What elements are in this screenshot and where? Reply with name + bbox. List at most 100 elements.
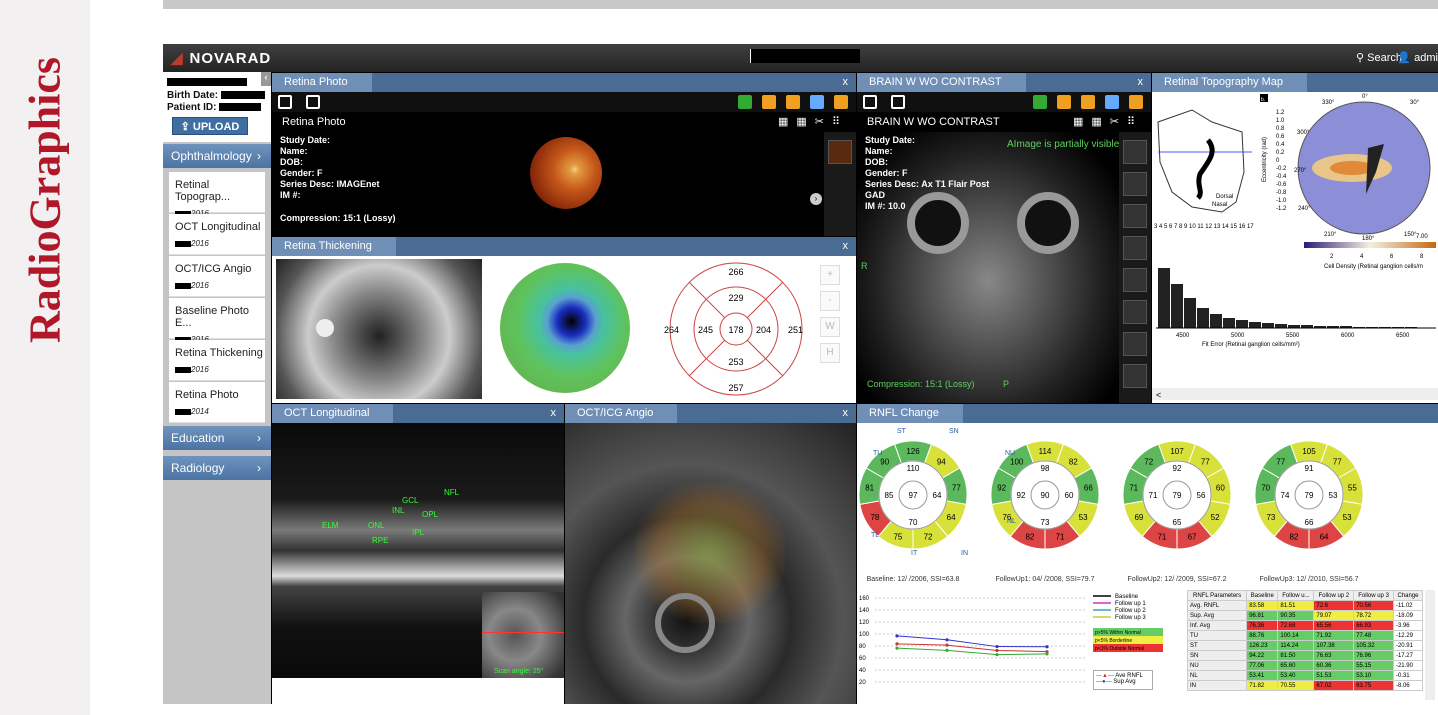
- redacted-birth: [220, 91, 265, 100]
- hist-bar: [1236, 320, 1248, 328]
- thumbnail[interactable]: [1123, 172, 1147, 196]
- settings-icon[interactable]: [786, 95, 800, 109]
- column-header[interactable]: Change: [1392, 590, 1424, 601]
- thumbnail[interactable]: [1123, 332, 1147, 356]
- table-row[interactable]: NU 77.06 65.60 60.36 55.15 -21.90: [1186, 660, 1424, 671]
- close-button[interactable]: x: [843, 404, 849, 423]
- tab-retina-photo[interactable]: Retina Photo: [272, 73, 372, 92]
- layout-icon[interactable]: [863, 95, 877, 109]
- table-row[interactable]: SN 94.22 81.50 76.63 76.96 -17.27: [1186, 650, 1424, 661]
- layer-label-nfl: NFL: [444, 488, 460, 497]
- edit-icon[interactable]: [834, 95, 848, 109]
- section-ophthalmology[interactable]: Ophthalmology ›: [163, 144, 271, 168]
- inner-value: 56: [1197, 491, 1206, 500]
- gender-field: Gender: F: [865, 168, 908, 178]
- table-scrollbar[interactable]: [1425, 590, 1435, 700]
- close-button[interactable]: x: [551, 404, 557, 423]
- thumbnail[interactable]: [1123, 268, 1147, 292]
- close-button[interactable]: x: [1138, 73, 1144, 92]
- column-header[interactable]: Follow up 3: [1353, 590, 1394, 601]
- table-row[interactable]: IN 71.82 70.55 67.02 63.75 -8.06: [1186, 680, 1424, 691]
- sidebar-item[interactable]: Retina Photo 2014: [169, 382, 265, 423]
- thumbnail[interactable]: [1123, 364, 1147, 388]
- scroll-left-icon[interactable]: <: [1156, 390, 1161, 400]
- viewport-tools-icon[interactable]: ▦▦✂⠿: [778, 112, 848, 132]
- hide-icon[interactable]: [762, 95, 776, 109]
- tab-brain[interactable]: BRAIN W WO CONTRAST: [857, 73, 1026, 92]
- thumbnail[interactable]: [1123, 140, 1147, 164]
- fit-height-button[interactable]: H: [820, 343, 840, 363]
- search-icon: ⚲: [1356, 52, 1368, 64]
- edit-icon[interactable]: [1129, 95, 1143, 109]
- thumbnail[interactable]: [1123, 236, 1147, 260]
- center-value: 79: [1173, 491, 1182, 500]
- search-button[interactable]: ⚲ Search: [1356, 51, 1402, 64]
- sidebar-item[interactable]: OCT Longitudinal 2016: [169, 214, 265, 255]
- table-cell: 67.02: [1313, 680, 1355, 691]
- close-button[interactable]: x: [843, 237, 849, 256]
- horizontal-scrollbar[interactable]: [1152, 388, 1438, 400]
- column-header[interactable]: Baseline: [1246, 590, 1279, 601]
- tab-retina-thickening[interactable]: Retina Thickening: [272, 237, 396, 256]
- close-button[interactable]: x: [843, 73, 849, 92]
- upload-button[interactable]: ⇪ UPLOAD: [172, 117, 248, 135]
- sidebar-item[interactable]: Retinal Topograp...2016: [169, 172, 265, 218]
- section-education[interactable]: Education ›: [163, 426, 271, 450]
- table-cell: 70.56: [1353, 600, 1394, 611]
- trend-point: [995, 653, 999, 657]
- sidebar-item[interactable]: OCT/ICG Angio 2016: [169, 256, 265, 297]
- table-row[interactable]: NL 53.41 53.40 51.53 53.10 -0.31: [1186, 670, 1424, 681]
- series-icon[interactable]: [306, 95, 320, 109]
- hide-icon[interactable]: [1057, 95, 1071, 109]
- image-metadata: Study Date: Name: DOB: Gender: F Series …: [865, 135, 989, 212]
- fit-width-button[interactable]: W: [820, 317, 840, 337]
- table-row[interactable]: ST 126.23 114.24 107.38 105.32 -20.91: [1186, 640, 1424, 651]
- tab-icg-angio[interactable]: OCT/ICG Angio: [565, 404, 678, 423]
- viewport-tools-icon[interactable]: ▦▦✂⠿: [1073, 112, 1143, 132]
- table-row[interactable]: TU 88.76 100.14 71.92 77.48 -12.29: [1186, 630, 1424, 641]
- redacted-id: [219, 103, 262, 112]
- sidebar-item[interactable]: Baseline Photo E...2016: [169, 298, 265, 344]
- thumbnail[interactable]: [1123, 204, 1147, 228]
- thumbnail[interactable]: [1123, 300, 1147, 324]
- table-row[interactable]: Avg. RNFL 83.58 81.51 72.6 70.56 -11.02: [1186, 600, 1424, 611]
- zoom-out-button[interactable]: -: [820, 291, 840, 311]
- column-header[interactable]: RNFL Parameters: [1186, 590, 1248, 601]
- column-header[interactable]: Follow up 2: [1313, 590, 1355, 601]
- tag-icon[interactable]: [1105, 95, 1119, 109]
- next-arrow-icon[interactable]: ›: [810, 193, 822, 205]
- export-icon[interactable]: [1033, 95, 1047, 109]
- table-row[interactable]: Inf. Avg 76.36 72.68 65.56 66.93 -3.96: [1186, 620, 1424, 631]
- layer-label-opl: OPL: [422, 510, 439, 519]
- column-header[interactable]: Follow u...: [1277, 590, 1315, 601]
- tab-rnfl-change[interactable]: RNFL Change: [857, 404, 963, 423]
- table-cell: 72.68: [1277, 620, 1315, 631]
- settings-icon[interactable]: [1081, 95, 1095, 109]
- user-menu[interactable]: 👤 admi: [1397, 51, 1438, 64]
- rnfl-sector-charts: 126 94 77 64 72 75 78 81 90 110 64 70 85 97 Baseline: …: [858, 428, 1364, 583]
- hist-bar: [1171, 284, 1183, 328]
- layer-label-onl: ONL: [368, 521, 385, 530]
- orientation-a: A: [1007, 139, 1014, 150]
- tag-icon[interactable]: [810, 95, 824, 109]
- legend-sup-avg: —●— Sup Avg: [1096, 679, 1136, 685]
- series-icon[interactable]: [891, 95, 905, 109]
- angle-label: 0°: [1362, 94, 1368, 100]
- table-cell: TU: [1186, 630, 1248, 641]
- export-icon[interactable]: [738, 95, 752, 109]
- section-radiology[interactable]: Radiology ›: [163, 456, 271, 480]
- layout-icon[interactable]: [278, 95, 292, 109]
- compression-field: Compression: 15:1 (Lossy): [867, 379, 975, 389]
- date-text: 2014: [191, 407, 209, 416]
- tab-oct-longitudinal[interactable]: OCT Longitudinal: [272, 404, 394, 423]
- sector-value: 77: [1201, 457, 1210, 466]
- collapse-sidebar-icon[interactable]: ‹: [261, 72, 271, 86]
- tab-topography[interactable]: Retinal Topography Map: [1152, 73, 1308, 92]
- hist-bar: [1158, 268, 1170, 328]
- sidebar-item[interactable]: Retina Thickening 2016: [169, 340, 265, 381]
- zoom-in-button[interactable]: +: [820, 265, 840, 285]
- thickness-left-outer: 264: [664, 325, 679, 335]
- sidebar-item-label: Retina Photo: [175, 389, 239, 401]
- thumbnail[interactable]: [828, 140, 852, 164]
- table-row[interactable]: Sup. Avg 96.81 90.35 79.07 78.72 -18.09: [1186, 610, 1424, 621]
